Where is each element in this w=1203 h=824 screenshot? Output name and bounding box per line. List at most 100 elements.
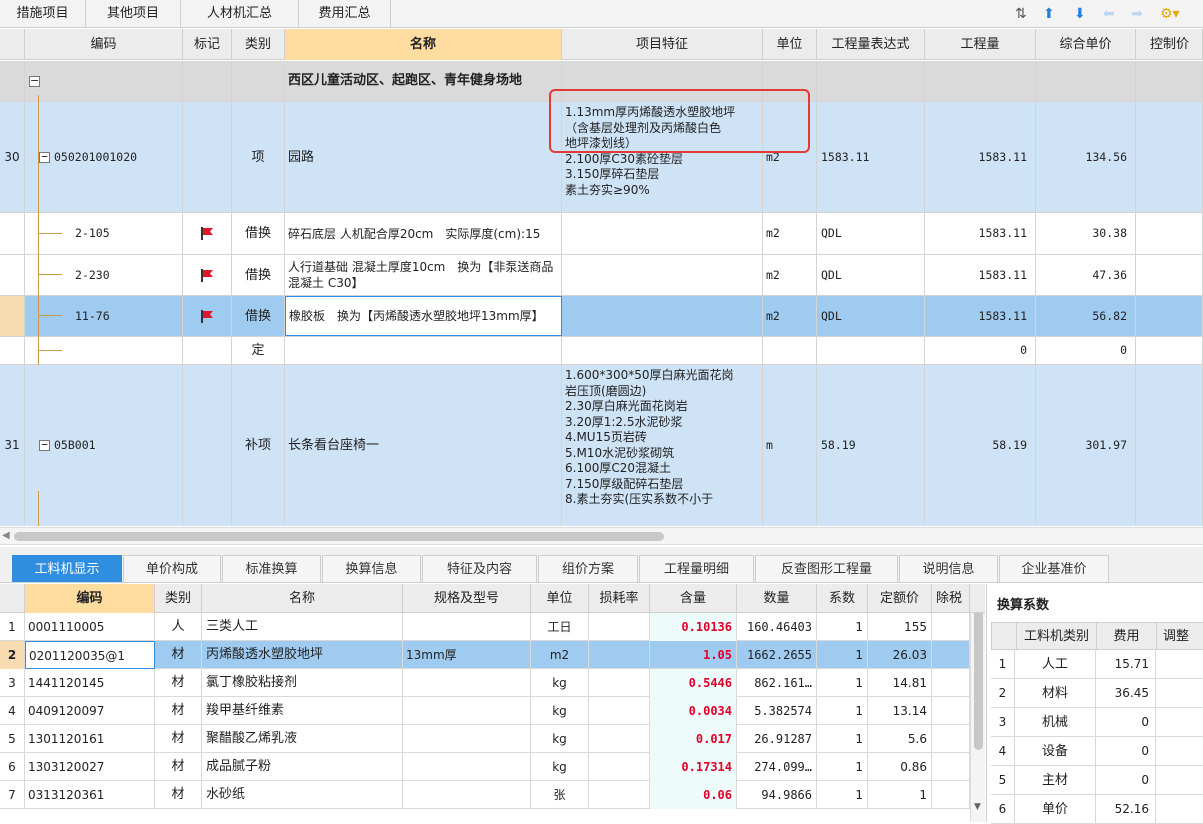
material-name[interactable]: 丙烯酸透水塑胶地坪 [202, 641, 403, 669]
material-spec[interactable]: 13mm厚 [403, 641, 531, 669]
item-expression[interactable]: QDL [817, 255, 925, 295]
material-cat[interactable]: 材 [155, 725, 202, 753]
item-quantity[interactable]: 58.19 [925, 365, 1036, 526]
item-name[interactable]: 人行道基础 混凝土厚度10cm 换为【非泵送商品混凝土 C30】 [285, 255, 562, 295]
conversion-cat[interactable]: 材料 [1015, 679, 1096, 708]
pcol-adjust[interactable]: 调整 [1157, 623, 1203, 650]
col-unit[interactable]: 单位 [763, 29, 817, 60]
material-coef[interactable]: 1 [817, 669, 868, 697]
lower-vertical-scrollbar[interactable]: ▲ ▼ [970, 613, 985, 822]
material-cat[interactable]: 材 [155, 669, 202, 697]
material-name[interactable]: 成品腻子粉 [202, 753, 403, 781]
flag-icon[interactable] [183, 296, 232, 336]
sort-icon[interactable]: ⇅ [1015, 5, 1027, 23]
section-name[interactable]: 西区儿童活动区、起跑区、青年健身场地 [285, 61, 562, 101]
scroll-thumb[interactable] [974, 613, 983, 750]
lcol-content[interactable]: 含量 [650, 584, 737, 613]
upper-horizontal-scrollbar[interactable]: ◀ [0, 527, 1203, 545]
material-price[interactable]: 155 [868, 613, 932, 641]
scroll-thumb[interactable] [14, 532, 664, 541]
item-price[interactable]: 301.97 [1036, 365, 1136, 526]
flag-icon[interactable] [183, 213, 232, 254]
lcol-loss-rate[interactable]: 损耗率 [589, 584, 650, 613]
conversion-cat[interactable]: 设备 [1015, 737, 1096, 766]
material-name[interactable]: 水砂纸 [202, 781, 403, 809]
material-qty[interactable]: 26.91287 [737, 725, 817, 753]
item-quantity[interactable]: 1583.11 [925, 213, 1036, 254]
material-loss[interactable] [589, 613, 650, 641]
material-loss[interactable] [589, 753, 650, 781]
tab-conversion-info[interactable]: 换算信息 [322, 555, 421, 582]
collapse-toggle[interactable]: − [39, 151, 50, 163]
conversion-row[interactable]: 3 机械 0 [991, 708, 1203, 737]
material-row[interactable]: 1 0001110005 人三类人工 工日 0.10136 160.46403 1 155 [0, 613, 970, 641]
material-tax[interactable] [932, 725, 970, 753]
conversion-fee[interactable]: 0 [1096, 737, 1156, 766]
col-quantity[interactable]: 工程量 [925, 29, 1036, 60]
material-qty[interactable]: 1662.2655 [737, 641, 817, 669]
item-expression[interactable]: 58.19 [817, 365, 925, 526]
tab-pricing-scheme[interactable]: 组价方案 [538, 555, 638, 582]
item-name[interactable]: 园路 [285, 102, 562, 212]
item-type[interactable]: 补项 [232, 365, 285, 526]
material-coef[interactable]: 1 [817, 781, 868, 809]
conversion-cat[interactable]: 机械 [1015, 708, 1096, 737]
tab-unit-price-composition[interactable]: 单价构成 [123, 555, 221, 582]
item-price[interactable]: 134.56 [1036, 102, 1136, 212]
item-unit[interactable]: m [763, 365, 817, 526]
lcol-coefficient[interactable]: 系数 [817, 584, 868, 613]
item-unit[interactable]: m2 [763, 296, 817, 336]
material-tax[interactable] [932, 781, 970, 809]
material-tax[interactable] [932, 613, 970, 641]
lcol-code[interactable]: 编码 [25, 584, 155, 613]
move-right-icon[interactable]: ➡ [1131, 5, 1143, 23]
material-row[interactable]: 4 0409120097 材羧甲基纤维素 kg 0.0034 5.382574 1 13.14 [0, 697, 970, 725]
item-type[interactable]: 借换 [232, 296, 285, 336]
tab-labor-material-summary[interactable]: 人材机汇总 [181, 0, 299, 28]
material-content[interactable]: 0.10136 [650, 613, 737, 641]
material-name[interactable]: 氯丁橡胶粘接剂 [202, 669, 403, 697]
material-row[interactable]: 7 0313120361 材水砂纸张 0.06 94.9866 1 1 [0, 781, 970, 809]
material-spec[interactable] [403, 753, 531, 781]
item-unit[interactable]: m2 [763, 213, 817, 254]
material-loss[interactable] [589, 725, 650, 753]
item-price[interactable]: 56.82 [1036, 296, 1136, 336]
item-code[interactable]: −050201001020 [25, 102, 183, 212]
material-content[interactable]: 0.0034 [650, 697, 737, 725]
col-name[interactable]: 名称 [285, 29, 562, 60]
tab-quantity-details[interactable]: 工程量明细 [639, 555, 754, 582]
material-content[interactable]: 0.06 [650, 781, 737, 809]
material-code[interactable]: 1301120161 [25, 725, 155, 753]
item-expression[interactable]: QDL [817, 296, 925, 336]
lcol-name[interactable]: 名称 [202, 584, 403, 613]
item-name[interactable] [285, 337, 562, 364]
conversion-row[interactable]: 2 材料 36.45 [991, 679, 1203, 708]
conversion-cat[interactable]: 单价 [1015, 795, 1096, 824]
item-expression[interactable] [817, 337, 925, 364]
item-code[interactable]: 2-230 [25, 255, 183, 295]
settings-icon[interactable]: ⚙▾ [1160, 5, 1180, 23]
collapse-toggle[interactable]: − [39, 439, 50, 451]
item-price[interactable]: 0 [1036, 337, 1136, 364]
tab-cost-summary[interactable]: 费用汇总 [299, 0, 391, 28]
material-row[interactable]: 6 1303120027 材成品腻子粉 kg 0.17314 274.099… 1 0.86 [0, 753, 970, 781]
material-code[interactable]: 1303120027 [25, 753, 155, 781]
material-coef[interactable]: 1 [817, 753, 868, 781]
tab-enterprise-price[interactable]: 企业基准价 [999, 555, 1109, 582]
material-coef[interactable]: 1 [817, 725, 868, 753]
collapse-toggle[interactable]: − [25, 61, 183, 101]
material-spec[interactable] [403, 725, 531, 753]
material-code[interactable]: 0409120097 [25, 697, 155, 725]
item-price[interactable]: 30.38 [1036, 213, 1136, 254]
conversion-fee[interactable]: 15.71 [1096, 650, 1156, 679]
material-tax[interactable] [932, 669, 970, 697]
material-row[interactable]: 3 1441120145 材氯丁橡胶粘接剂 kg 0.5446 862.161… 1 14.8… [0, 669, 970, 697]
scroll-down-icon[interactable]: ▼ [974, 802, 981, 812]
material-content[interactable]: 0.5446 [650, 669, 737, 697]
tab-standard-conversion[interactable]: 标准换算 [222, 555, 321, 582]
conversion-row[interactable]: 1 人工 15.71 [991, 650, 1203, 679]
material-cat[interactable]: 材 [155, 753, 202, 781]
material-coef[interactable]: 1 [817, 641, 868, 669]
material-content[interactable]: 0.17314 [650, 753, 737, 781]
pcol-category[interactable]: 工料机类别 [1016, 623, 1097, 650]
